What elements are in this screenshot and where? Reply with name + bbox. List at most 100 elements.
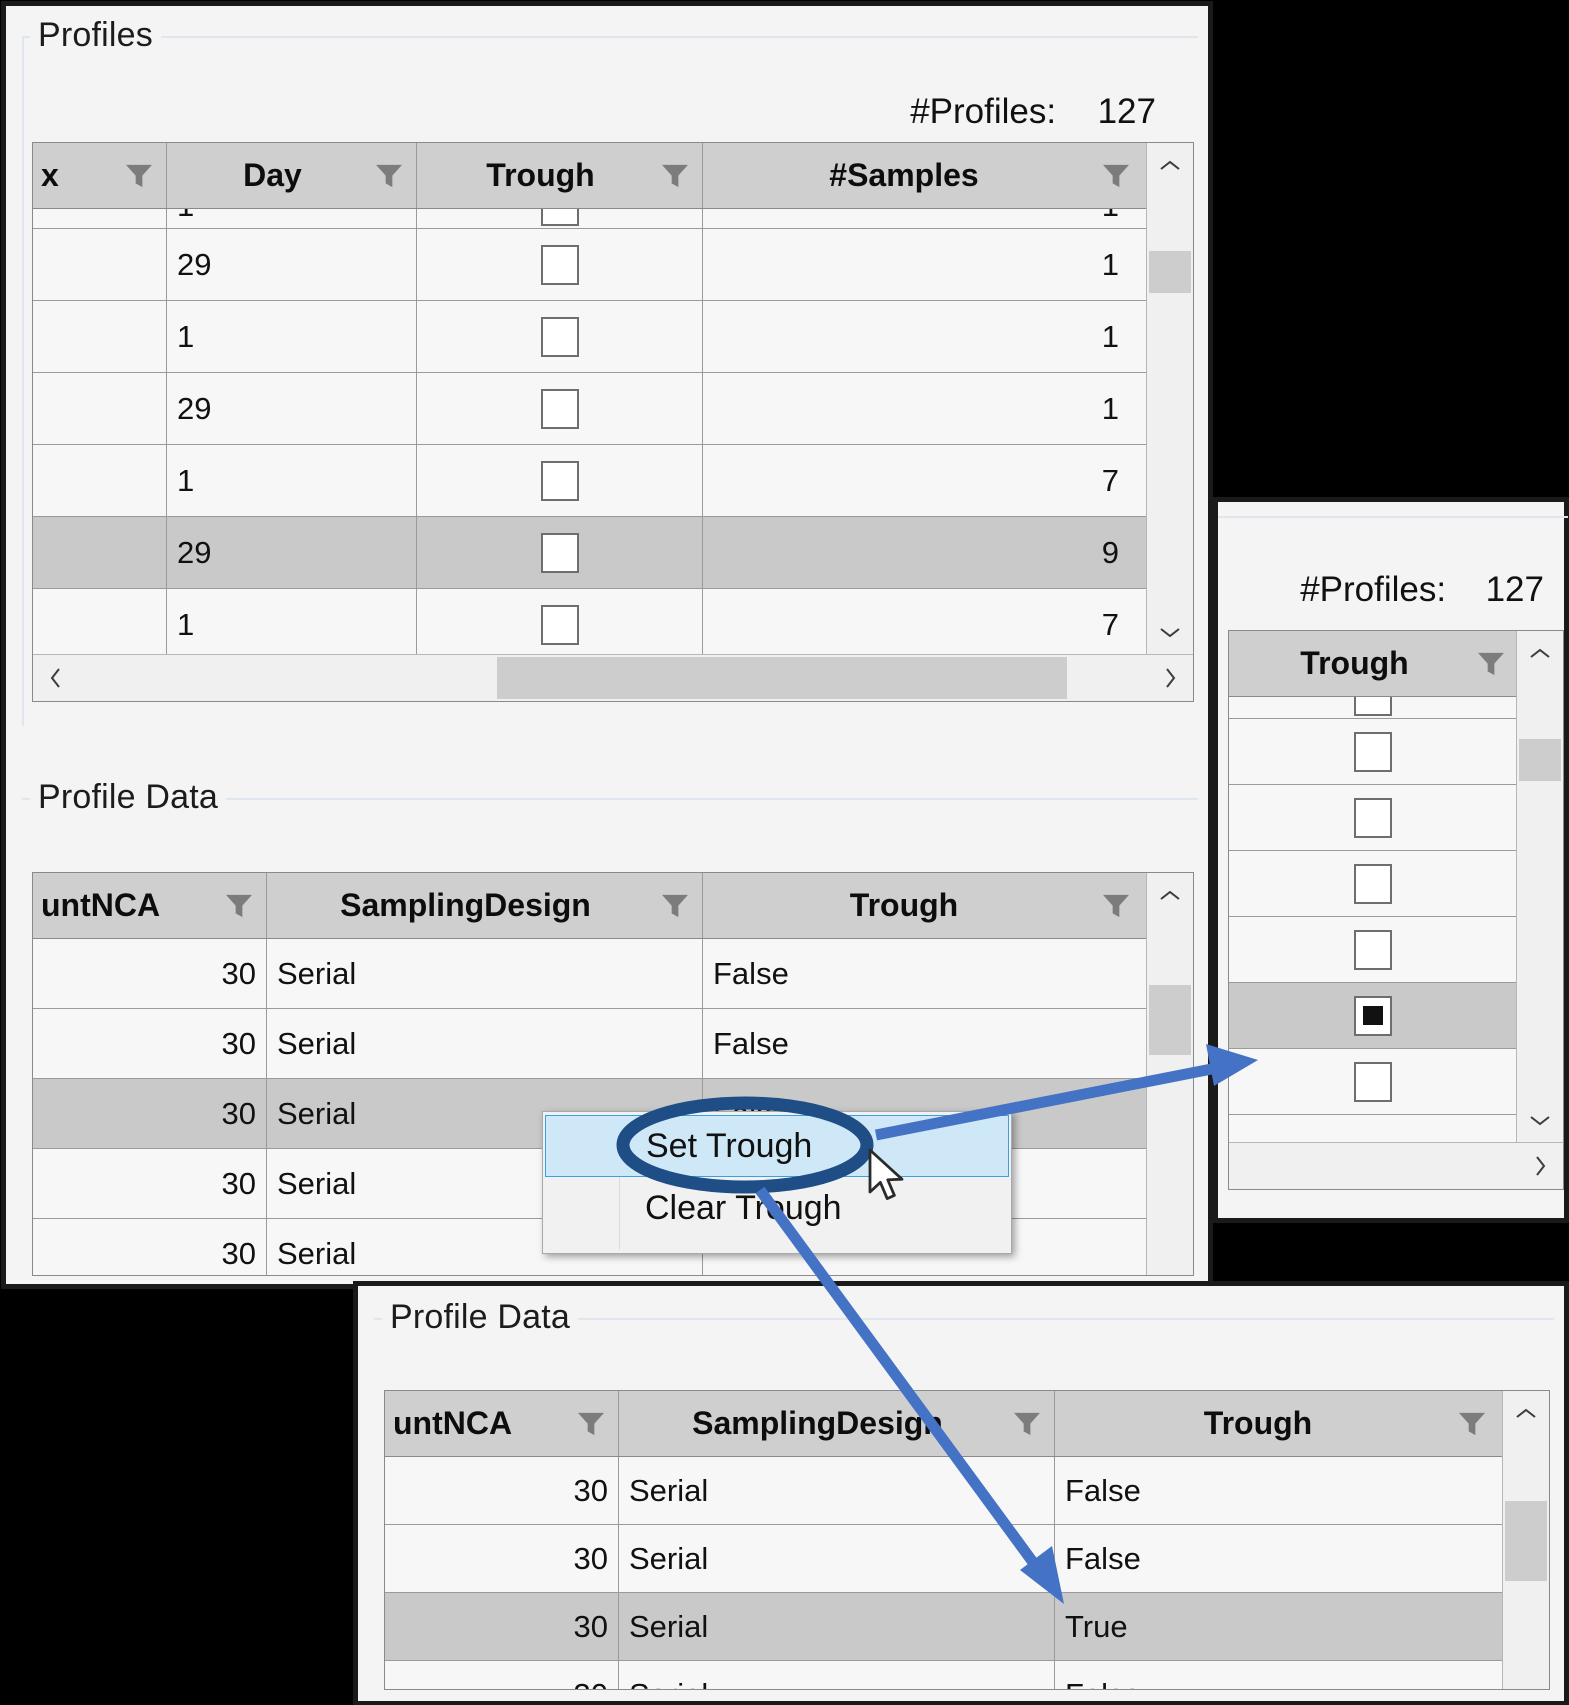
- trough-checkbox[interactable]: [1354, 797, 1392, 838]
- table-row[interactable]: 29 9: [33, 517, 1147, 589]
- cell-trough[interactable]: [417, 229, 703, 300]
- table-row[interactable]: 30 Serial False: [33, 1009, 1147, 1079]
- table-row[interactable]: 30 Serial False: [385, 1661, 1503, 1689]
- cell-trough[interactable]: [417, 445, 703, 516]
- trough-checkbox[interactable]: [540, 532, 579, 573]
- table-row[interactable]: [1229, 983, 1517, 1049]
- trough-checkbox[interactable]: [1354, 863, 1392, 904]
- table-row[interactable]: 30 Serial False: [385, 1457, 1503, 1525]
- scroll-up-button[interactable]: [1147, 143, 1193, 189]
- column-header-day[interactable]: Day: [167, 143, 417, 208]
- scroll-right-button[interactable]: [1517, 1143, 1563, 1189]
- trough-checkbox[interactable]: [540, 460, 579, 501]
- cell-trough[interactable]: [417, 373, 703, 444]
- funnel-icon[interactable]: [372, 163, 406, 189]
- funnel-icon[interactable]: [222, 893, 256, 919]
- trough-checkbox[interactable]: [1354, 1061, 1392, 1102]
- column-header-samples[interactable]: #Samples: [703, 143, 1143, 208]
- table-row[interactable]: [1229, 851, 1517, 917]
- profile-data-vertical-scrollbar[interactable]: [1146, 873, 1193, 1275]
- scroll-thumb-horizontal[interactable]: [497, 657, 1067, 699]
- menu-item-clear-trough[interactable]: Clear Trough: [545, 1177, 1009, 1239]
- trough-checkbox[interactable]: [540, 244, 579, 285]
- column-header-trough[interactable]: Trough: [1055, 1391, 1499, 1456]
- cell-trough[interactable]: [417, 301, 703, 372]
- scroll-thumb-vertical[interactable]: [1149, 251, 1191, 293]
- inset-horizontal-scrollbar[interactable]: [1229, 1142, 1563, 1189]
- cell-trough[interactable]: [1229, 785, 1517, 850]
- menu-item-set-trough[interactable]: Set Trough: [545, 1115, 1009, 1177]
- scroll-thumb-vertical[interactable]: [1519, 739, 1561, 781]
- funnel-icon[interactable]: [122, 163, 156, 189]
- column-header-samplingdesign[interactable]: SamplingDesign: [619, 1391, 1055, 1456]
- trough-checkbox[interactable]: [1354, 929, 1392, 970]
- scroll-thumb-vertical[interactable]: [1505, 1501, 1547, 1581]
- column-header-trough[interactable]: Trough: [417, 143, 703, 208]
- scroll-up-button[interactable]: [1147, 873, 1193, 919]
- profiles-vertical-scrollbar[interactable]: [1146, 143, 1193, 655]
- scroll-down-button[interactable]: [1517, 1097, 1563, 1143]
- column-header-untnca[interactable]: untNCA: [385, 1391, 619, 1456]
- table-row[interactable]: 1 1: [33, 209, 1147, 229]
- table-row[interactable]: 1 7: [33, 589, 1147, 655]
- table-row[interactable]: 1 1: [33, 301, 1147, 373]
- table-row[interactable]: [1229, 917, 1517, 983]
- scroll-left-button[interactable]: [33, 655, 79, 701]
- table-row[interactable]: 1 7: [33, 445, 1147, 517]
- trough-checkbox[interactable]: [540, 316, 579, 357]
- profiles-horizontal-scrollbar[interactable]: [33, 654, 1193, 701]
- inset-profile-data-group-title: Profile Data: [382, 1298, 579, 1337]
- inset-profile-data-vertical-scrollbar[interactable]: [1502, 1391, 1549, 1689]
- column-header-samplingdesign[interactable]: SamplingDesign: [267, 873, 703, 938]
- trough-checkbox[interactable]: [1354, 731, 1392, 772]
- scroll-up-button[interactable]: [1503, 1391, 1549, 1437]
- scroll-right-button[interactable]: [1147, 655, 1193, 701]
- funnel-icon[interactable]: [1010, 1411, 1044, 1437]
- column-header-trough[interactable]: Trough: [703, 873, 1143, 938]
- cell-trough[interactable]: [1229, 851, 1517, 916]
- inset-vertical-scrollbar[interactable]: [1516, 631, 1563, 1143]
- scroll-up-button[interactable]: [1517, 631, 1563, 677]
- table-row[interactable]: 30 Serial False: [385, 1525, 1503, 1593]
- cell-samplingdesign: Serial: [619, 1457, 1055, 1524]
- table-row[interactable]: 29 1: [33, 229, 1147, 301]
- column-header-x[interactable]: x: [33, 143, 167, 208]
- funnel-icon[interactable]: [574, 1411, 608, 1437]
- profiles-grid[interactable]: x Day Trough #Samples 29 1 1 1 29 1 1 7 …: [32, 142, 1194, 702]
- table-row[interactable]: [1229, 785, 1517, 851]
- funnel-icon[interactable]: [658, 163, 692, 189]
- cell-trough[interactable]: [417, 517, 703, 588]
- inset-profile-data-grid[interactable]: untNCA SamplingDesign Trough 30 Serial F…: [384, 1390, 1550, 1690]
- table-row[interactable]: 30 Serial False: [33, 939, 1147, 1009]
- groupbox-border-left: [22, 36, 24, 726]
- column-header-trough[interactable]: Trough: [1229, 631, 1519, 696]
- column-header-untnca[interactable]: untNCA: [33, 873, 267, 938]
- funnel-icon[interactable]: [1099, 893, 1133, 919]
- table-row[interactable]: 30 Serial True: [385, 1593, 1503, 1661]
- funnel-icon[interactable]: [1474, 651, 1508, 677]
- funnel-icon[interactable]: [658, 893, 692, 919]
- cell-trough[interactable]: [1229, 1049, 1517, 1114]
- cell-trough[interactable]: [417, 209, 703, 228]
- trough-checkbox[interactable]: [540, 209, 579, 226]
- funnel-icon[interactable]: [1455, 1411, 1489, 1437]
- cell-trough[interactable]: [1229, 983, 1517, 1048]
- cell-trough[interactable]: [1229, 719, 1517, 784]
- trough-checkbox[interactable]: [540, 388, 579, 429]
- trough-checkbox[interactable]: [1354, 995, 1392, 1036]
- table-row[interactable]: [1229, 1049, 1517, 1115]
- cell-trough[interactable]: [1229, 697, 1517, 718]
- scroll-thumb-vertical[interactable]: [1149, 985, 1191, 1055]
- cell-trough[interactable]: [417, 589, 703, 655]
- trough-checkbox[interactable]: [540, 604, 579, 645]
- cell-trough[interactable]: [1229, 917, 1517, 982]
- table-row[interactable]: 29 1: [33, 373, 1147, 445]
- context-menu[interactable]: Set Trough Clear Trough: [542, 1111, 1012, 1254]
- inset-profile-data-header: untNCA SamplingDesign Trough: [385, 1391, 1549, 1457]
- table-row[interactable]: [1229, 697, 1517, 719]
- funnel-icon[interactable]: [1099, 163, 1133, 189]
- table-row[interactable]: [1229, 719, 1517, 785]
- trough-checkbox[interactable]: [1354, 697, 1392, 716]
- inset-profiles-grid[interactable]: Trough: [1228, 630, 1564, 1190]
- scroll-down-button[interactable]: [1147, 609, 1193, 655]
